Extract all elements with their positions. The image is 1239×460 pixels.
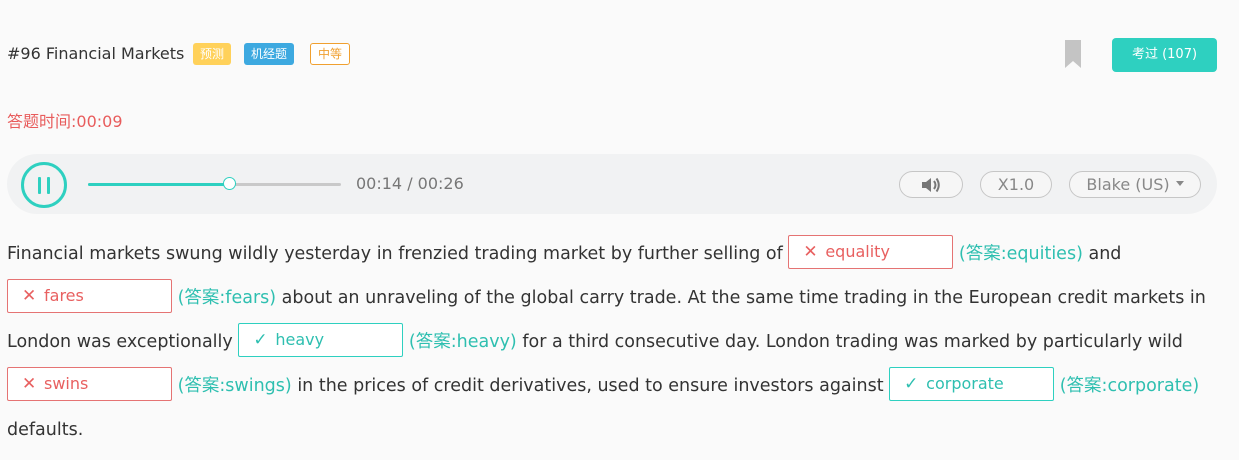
correct-answer-3: (答案:heavy)	[408, 332, 517, 352]
answer-value: swins	[44, 374, 89, 393]
passage-segment: in the prices of credit derivatives, use…	[291, 376, 890, 396]
answer-value: heavy	[275, 330, 325, 349]
tag-jijing: 机经题	[244, 43, 295, 65]
answer-timer: 答题时间:00:09	[7, 108, 123, 132]
timer-value: 00:09	[76, 112, 123, 131]
cross-icon: ✕	[22, 374, 37, 394]
current-time: 00:14	[356, 174, 403, 193]
answer-field-3[interactable]: ✓ heavy	[238, 323, 404, 357]
answer-field-5[interactable]: ✓ corporate	[889, 367, 1055, 401]
audio-player: 00:14 / 00:26 X1.0 Blake (US)	[7, 154, 1217, 214]
voice-select[interactable]: Blake (US)	[1069, 171, 1201, 198]
tag-predict: 预测	[193, 43, 232, 65]
correct-answer-2: (答案:fears)	[177, 288, 277, 308]
question-title: #96 Financial Markets	[7, 44, 185, 63]
pause-button[interactable]	[21, 162, 67, 208]
passage-segment: and	[1082, 244, 1122, 264]
question-header: #96 Financial Markets 预测 机经题 中等 考过 (107)	[7, 38, 1222, 72]
volume-button[interactable]	[899, 171, 963, 198]
answer-value: fares	[44, 286, 84, 305]
voice-label: Blake (US)	[1086, 175, 1170, 194]
cross-icon: ✕	[22, 286, 37, 306]
cross-icon: ✕	[803, 242, 818, 262]
answer-field-2[interactable]: ✕ fares	[7, 279, 172, 313]
passage-segment: Financial markets swung wildly yesterday…	[7, 244, 789, 264]
check-icon: ✓	[253, 330, 268, 350]
time-display: 00:14 / 00:26	[356, 174, 464, 193]
caret-down-icon	[1175, 181, 1184, 186]
bookmark-icon[interactable]	[1065, 40, 1081, 68]
passage-segment: defaults.	[7, 420, 84, 440]
answer-value: corporate	[926, 374, 1004, 393]
progress-track[interactable]	[88, 177, 341, 190]
timer-label: 答题时间:	[7, 112, 77, 131]
answer-value: equality	[825, 242, 890, 261]
total-time: 00:26	[417, 174, 464, 193]
progress-handle[interactable]	[222, 177, 236, 190]
speaker-icon	[922, 177, 940, 192]
speed-button[interactable]: X1.0	[980, 171, 1052, 198]
passage-segment: for a third consecutive day. London trad…	[516, 332, 1183, 352]
progress-fill	[88, 183, 230, 186]
answer-field-1[interactable]: ✕ equality	[788, 235, 954, 269]
correct-answer-1: (答案:equities)	[958, 244, 1083, 264]
tag-difficulty: 中等	[310, 43, 351, 65]
passed-count-button[interactable]: 考过 (107)	[1112, 38, 1217, 72]
check-icon: ✓	[904, 374, 919, 394]
passage-text: Financial markets swung wildly yesterday…	[7, 232, 1222, 452]
correct-answer-4: (答案:swings)	[177, 376, 292, 396]
answer-field-4[interactable]: ✕ swins	[7, 367, 172, 401]
correct-answer-5: (答案:corporate)	[1059, 376, 1200, 396]
